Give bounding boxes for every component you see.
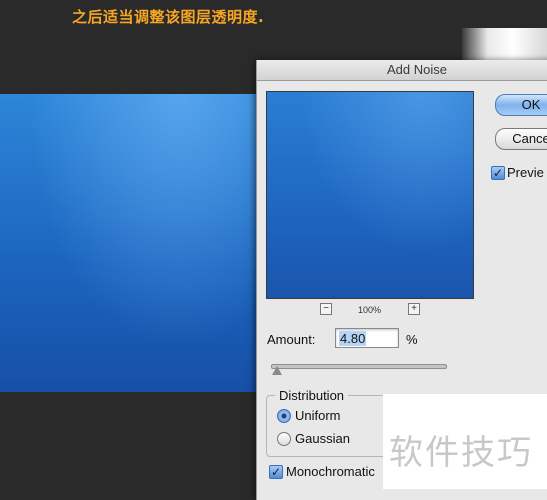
ok-button[interactable]: OK bbox=[495, 94, 547, 116]
zoom-out-button[interactable]: − bbox=[320, 303, 332, 315]
monochromatic-checkbox[interactable]: ✓ bbox=[269, 465, 283, 479]
preview-image[interactable] bbox=[266, 91, 474, 299]
amount-unit: % bbox=[406, 332, 418, 347]
amount-row: Amount: 4.80 % bbox=[267, 328, 418, 348]
monochromatic-label: Monochromatic bbox=[286, 464, 375, 479]
cancel-button[interactable]: Cance bbox=[495, 128, 547, 150]
radio-uniform-label: Uniform bbox=[295, 408, 341, 423]
dialog-titlebar[interactable]: Add Noise bbox=[257, 60, 547, 81]
amount-slider-thumb[interactable] bbox=[272, 366, 282, 375]
minus-icon: − bbox=[323, 303, 329, 314]
checkmark-icon: ✓ bbox=[270, 465, 282, 479]
zoom-in-button[interactable]: + bbox=[408, 303, 420, 315]
preview-label: Previe bbox=[507, 165, 544, 180]
radio-button[interactable] bbox=[277, 432, 291, 446]
amount-input[interactable]: 4.80 bbox=[335, 328, 399, 348]
amount-value: 4.80 bbox=[339, 331, 367, 346]
tutorial-caption: 之后适当调整该图层透明度. bbox=[72, 8, 265, 26]
checkmark-icon: ✓ bbox=[492, 166, 504, 180]
distribution-legend: Distribution bbox=[275, 388, 349, 403]
plus-icon: + bbox=[411, 303, 417, 314]
radio-button-selected[interactable] bbox=[277, 409, 291, 423]
amount-slider-track[interactable] bbox=[271, 364, 447, 369]
background-window-strip bbox=[462, 28, 547, 60]
image-canvas bbox=[0, 94, 256, 392]
zoom-level: 100% bbox=[358, 305, 382, 315]
dialog-title: Add Noise bbox=[387, 62, 447, 77]
preview-checkbox[interactable]: ✓ bbox=[491, 166, 505, 180]
zoom-controls: − 100% + bbox=[266, 302, 474, 318]
amount-label: Amount: bbox=[267, 332, 316, 347]
watermark-text: 软件技巧 bbox=[389, 433, 533, 473]
radio-gaussian-label: Gaussian bbox=[295, 431, 350, 446]
